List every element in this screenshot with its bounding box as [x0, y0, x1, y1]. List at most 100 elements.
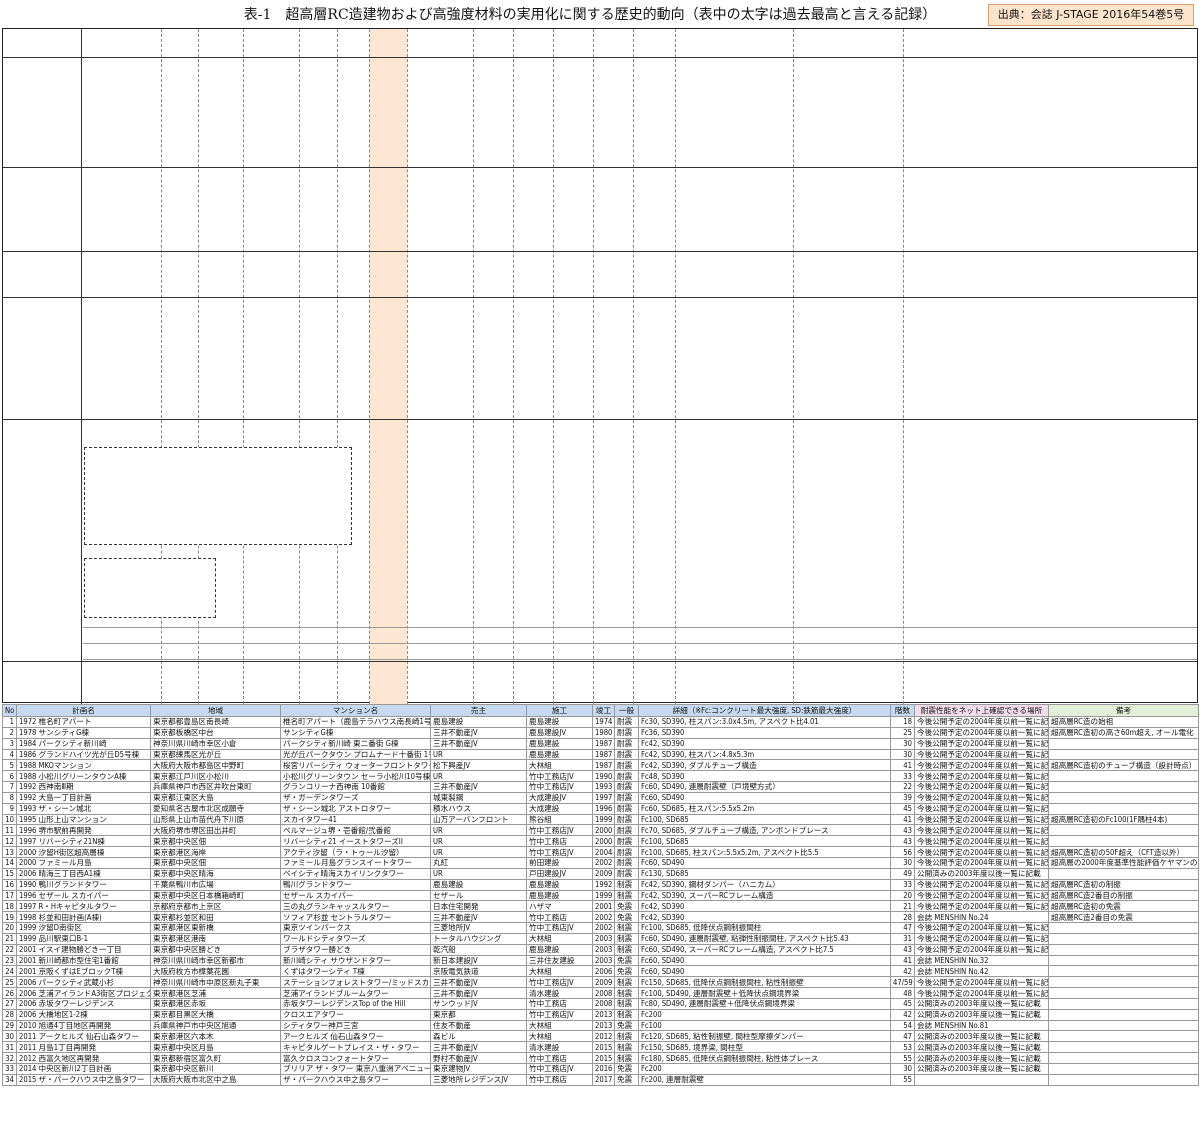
category-label — [3, 419, 81, 661]
table-cell: 2013 — [592, 1019, 615, 1032]
table-cell: 椎名町アパート（鹿島テラハウス南長崎1号館） — [280, 716, 431, 728]
table-cell: 17 — [2, 889, 17, 902]
table-cell: 1999 汐留D南街区 — [16, 922, 151, 934]
table-cell: Fc42, SD390 — [638, 900, 891, 913]
table-cell: 3 — [2, 737, 17, 750]
table-row: 20 1999 汐留D南街区 東京都港区東新橋 東京ツインパークス 三菱地所JV 竹中工務… — [2, 922, 1199, 934]
table-cell: 今後公開予定の2004年度以前一覧に記載 — [914, 802, 1049, 815]
table-cell: 26 — [2, 987, 17, 999]
table-cell: 三井不動産JV — [430, 737, 527, 750]
row-divider — [3, 57, 1197, 58]
table-cell: Fc100, SD685 — [638, 835, 891, 848]
table-cell: 55 — [890, 1073, 915, 1086]
table-cell: 21 — [2, 932, 17, 945]
table-cell: 公開済みの2003年度以後一覧に記載 — [914, 1041, 1049, 1054]
table-cell: 15 — [2, 867, 17, 880]
table-cell: 1988 MKOマンション — [16, 759, 151, 772]
table-cell: 32 — [2, 1052, 17, 1064]
table-cell: 2002 — [592, 911, 615, 924]
table-cell: 22 — [2, 943, 17, 956]
table-cell: ザ・パークハウス中之島タワー — [280, 1073, 431, 1086]
table-cell: 耐震 — [614, 867, 639, 880]
col-detail: 詳細（※Fc:コンクリート最大強度, SD:鉄筋最大強度） — [638, 704, 891, 717]
table-cell: 2017 — [592, 1073, 615, 1086]
table-cell: ワールドシティタワーズ — [280, 932, 431, 945]
table-cell: 耐震 — [614, 856, 639, 869]
table-cell: 大成建設JV — [526, 791, 593, 804]
table-cell: 2014 中央区新川2丁目計画 — [16, 1063, 151, 1075]
table-cell: リバーシティ21 イーストタワーズII — [280, 835, 431, 848]
table-cell — [1048, 791, 1199, 804]
year-divider — [903, 29, 904, 704]
table-cell: 竹中工務店JV — [526, 976, 593, 989]
col-seller: 売主 — [430, 704, 527, 717]
table-cell: ステーションフォレストタワー/ミッドスカイタワー — [280, 976, 431, 989]
table-cell: 45 — [890, 802, 915, 815]
table-row: 12 1997 リバーシティ21N棟 東京都中央区佃 リバーシティ21 イーストタワー… — [2, 835, 1199, 848]
table-cell: 城東製鋼 — [430, 791, 527, 804]
col-area: 地域 — [150, 704, 281, 717]
table-cell: 11 — [2, 824, 17, 837]
row-divider — [3, 297, 1197, 298]
table-cell: 鹿島建設 — [430, 716, 527, 728]
table-cell: 東京都練馬区光が丘 — [150, 748, 281, 761]
table-cell: 2004 — [592, 846, 615, 858]
table-cell: 東京都港区芝浦 — [150, 987, 281, 999]
table-row: 29 2010 旭通4丁目地区再開発 兵庫県神戸市中央区旭通 シティタワー神戸三宮 住友… — [2, 1019, 1199, 1032]
table-cell: 東京都中央区月島 — [150, 1041, 281, 1054]
table-cell — [1048, 943, 1199, 956]
max-row-divider — [83, 643, 1197, 644]
table-cell: Fc30, SD390, 柱スパン:3.0x4.5m, アスペクト比4.01 — [638, 716, 891, 728]
table-cell — [1048, 824, 1199, 837]
table-cell: 1980 — [592, 726, 615, 739]
table-cell: 今後公開予定の2004年度以前一覧に記載 — [914, 748, 1049, 761]
table-cell: 超高層RC造初のチューブ構造（設計時点） — [1048, 759, 1199, 772]
table-cell: Fc48, SD390 — [638, 770, 891, 783]
table-cell: 1992 — [592, 878, 615, 891]
table-cell: 1974 — [592, 716, 615, 728]
table-row: 27 2006 赤坂タワーレジデンス 東京都港区赤坂 赤坂タワーレジデンスTop of… — [2, 997, 1199, 1010]
table-cell: 戸田建設JV — [526, 867, 593, 880]
table-cell: Fc150, SD685, 低降伏点鋼制振間柱, 粘性制振壁 — [638, 976, 891, 989]
table-row: 26 2006 芝浦アイランドA3街区プロジェクト 東京都港区芝浦 芝浦アイランドブル… — [2, 987, 1199, 999]
table-cell: 大林組 — [526, 759, 593, 772]
table-cell: 東京都都豊島区南長崎 — [150, 716, 281, 728]
table-cell: 積水ハウス — [430, 802, 527, 815]
table-cell: 制震 — [614, 997, 639, 1010]
table-cell: 新日本建設JV — [430, 954, 527, 967]
table-row: 6 1988 小松川グリーンタウンA棟 東京都江戸川区小松川 小松川グリーンタウン セ… — [2, 770, 1199, 783]
table-cell: 30 — [890, 856, 915, 869]
table-cell: 18 — [890, 716, 915, 728]
table-cell: 東京都江東区大島 — [150, 791, 281, 804]
table-cell: 28 — [890, 911, 915, 924]
table-cell: 大阪府大阪市北区中之島 — [150, 1073, 281, 1086]
table-cell: 富久クロスコンフォートタワー — [280, 1052, 431, 1064]
table-row: 24 2001 京阪くずはEブロックT棟 大阪府枚方市樟葉花園 くずはタワーシティ T… — [2, 965, 1199, 978]
table-cell: 2015 — [592, 1052, 615, 1064]
table-cell: 41 — [890, 813, 915, 826]
table-cell: 耐震 — [614, 813, 639, 826]
table-cell: 2006 芝浦アイランドA3街区プロジェクト — [16, 987, 151, 999]
table-cell: キャピタルゲートプレイス・ザ・タワー — [280, 1041, 431, 1054]
table-cell: スカイタワー41 — [280, 813, 431, 826]
table-cell: 今後公開予定の2004年度以前一覧に記載 — [914, 716, 1049, 728]
table-cell: ベルマージュ堺・壱番館/弐番館 — [280, 824, 431, 837]
table-cell: 制震 — [614, 987, 639, 999]
table-cell: Fc42, SD390, 柱スパン:4.8x5.3m — [638, 748, 891, 761]
table-cell: 小松川グリーンタウン セーラ小松川10号棟 — [280, 770, 431, 783]
table-cell: 1992 大島一丁目計画 — [16, 791, 151, 804]
table-cell: 今後公開予定の2004年度以前一覧に記載 — [914, 889, 1049, 902]
table-cell: 19 — [2, 911, 17, 924]
table-cell: ブリリア ザ・タワー 東京八重洲アベニュー — [280, 1063, 431, 1075]
table-cell: 1996 セザール スカイパー — [16, 889, 151, 902]
table-row: 34 2015 ザ・パークハウス中之島タワー 大阪府大阪市北区中之島 ザ・パークハウス… — [2, 1073, 1199, 1086]
table-cell: 今後公開予定の2004年度以前一覧に記載 — [914, 932, 1049, 945]
table-cell: 鹿島建設 — [430, 878, 527, 891]
table-cell: 住友不動産 — [430, 1019, 527, 1032]
table-cell: 16 — [2, 878, 17, 891]
table-cell: 超高層RC造2番目の免震 — [1048, 911, 1199, 924]
table-cell: Fc130, SD685 — [638, 867, 891, 880]
year-divider — [299, 29, 300, 704]
table-cell: 超高層RC造初のFc100(1F隅柱4本) — [1048, 813, 1199, 826]
table-cell: トータルハウジング — [430, 932, 527, 945]
